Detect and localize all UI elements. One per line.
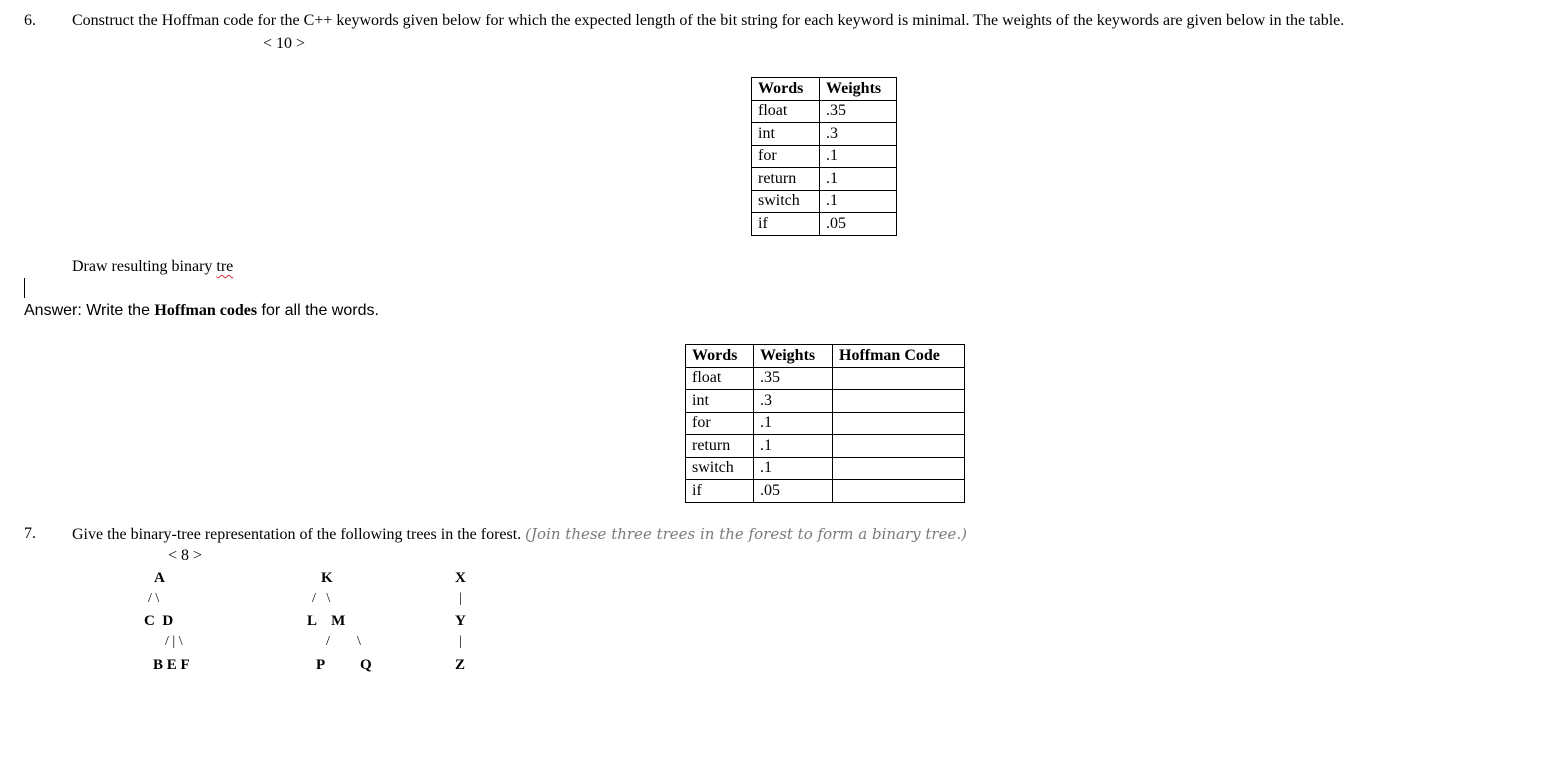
tree-edges: / | \ <box>165 634 183 649</box>
word-cell: switch <box>751 189 820 213</box>
question-7-number: 7. <box>24 525 36 542</box>
header-hoffman-code: Hoffman Code <box>832 344 965 368</box>
table-row: switch .1 <box>751 189 897 213</box>
tree-edges: / \ <box>312 591 331 606</box>
tree-edge: \ <box>357 634 361 649</box>
question-7-marks: < 8 > <box>168 547 203 564</box>
word-cell: switch <box>685 456 754 480</box>
header-words: Words <box>685 344 754 368</box>
word-cell: int <box>751 122 820 146</box>
table-row: if .05 <box>685 479 965 503</box>
answer-bold: Hoffman codes <box>154 302 258 319</box>
answer-table: Words Weights Hoffman Code float .35 int… <box>685 344 965 503</box>
tree-edges: / \ <box>148 591 160 606</box>
tree-edge: / <box>326 634 330 649</box>
table-header-row: Words Weights <box>751 77 897 101</box>
table-row: float .35 <box>751 99 897 123</box>
weight-cell: .1 <box>753 411 833 435</box>
word-cell: int <box>685 389 754 413</box>
tree-node-root: K <box>321 570 333 586</box>
question-7-text: Give the binary-tree representation of t… <box>72 526 522 543</box>
weight-cell: .3 <box>819 122 897 146</box>
word-cell: return <box>685 434 754 458</box>
weight-cell: .3 <box>753 389 833 413</box>
tree-node: Q <box>360 657 372 673</box>
code-cell[interactable] <box>832 411 965 435</box>
code-cell[interactable] <box>832 434 965 458</box>
text-cursor <box>24 278 25 298</box>
table-row: return .1 <box>685 434 965 458</box>
code-cell[interactable] <box>832 366 965 390</box>
header-weights: Weights <box>819 77 897 101</box>
table-header-row: Words Weights Hoffman Code <box>685 344 965 368</box>
table-row: int .3 <box>685 389 965 413</box>
header-words: Words <box>751 77 820 101</box>
table-row: switch .1 <box>685 456 965 480</box>
weight-cell: .1 <box>819 189 897 213</box>
code-cell[interactable] <box>832 456 965 480</box>
word-cell: if <box>685 479 754 503</box>
word-cell: return <box>751 167 820 191</box>
code-cell[interactable] <box>832 389 965 413</box>
word-cell: for <box>685 411 754 435</box>
tree-edge: | <box>459 634 462 649</box>
tree-nodes-level2: B E F <box>153 657 190 673</box>
table-row: return .1 <box>751 167 897 191</box>
table-row: for .1 <box>685 411 965 435</box>
tree-node: Z <box>455 657 466 673</box>
tree-node: P <box>316 657 326 673</box>
table-row: for .1 <box>751 144 897 168</box>
tree-node: Y <box>455 613 466 629</box>
weight-cell: .35 <box>753 366 833 390</box>
question-6-text: Construct the Hoffman code for the C++ k… <box>72 12 1345 29</box>
weight-cell: .1 <box>819 167 897 191</box>
weight-cell: .1 <box>753 456 833 480</box>
word-cell: for <box>751 144 820 168</box>
word-cell: if <box>751 212 820 236</box>
draw-instruction: Draw resulting binary tre <box>72 258 233 276</box>
tree-nodes-level1: L M <box>307 613 346 629</box>
question-7-hint: (Join these three trees in the forest to… <box>525 525 967 543</box>
question-6-number: 6. <box>24 12 36 29</box>
answer-prefix: Answer: Write the <box>24 302 155 319</box>
weight-cell: .1 <box>753 434 833 458</box>
weight-cell: .05 <box>819 212 897 236</box>
code-cell[interactable] <box>832 479 965 503</box>
weight-cell: .1 <box>819 144 897 168</box>
tree-edge: | <box>459 591 462 606</box>
weights-table: Words Weights float .35 int .3 for .1 re… <box>751 77 897 236</box>
tree-node-root: X <box>455 570 466 586</box>
tree-node-root: A <box>154 570 165 586</box>
table-row: float .35 <box>685 366 965 390</box>
draw-instruction-text: Draw resulting binary <box>72 258 217 275</box>
word-cell: float <box>685 366 754 390</box>
tree-nodes-level1: C D <box>144 613 174 629</box>
question-7-line: Give the binary-tree representation of t… <box>72 525 967 544</box>
question-6-marks: < 10 > <box>263 35 306 52</box>
weight-cell: .35 <box>819 99 897 123</box>
table-row: if .05 <box>751 212 897 236</box>
answer-instruction: Answer: Write the Hoffman codes for all … <box>24 302 379 320</box>
word-cell: float <box>751 99 820 123</box>
misspelled-word[interactable]: tre <box>216 258 233 275</box>
answer-suffix: for all the words. <box>257 302 379 319</box>
weight-cell: .05 <box>753 479 833 503</box>
table-row: int .3 <box>751 122 897 146</box>
header-weights: Weights <box>753 344 833 368</box>
